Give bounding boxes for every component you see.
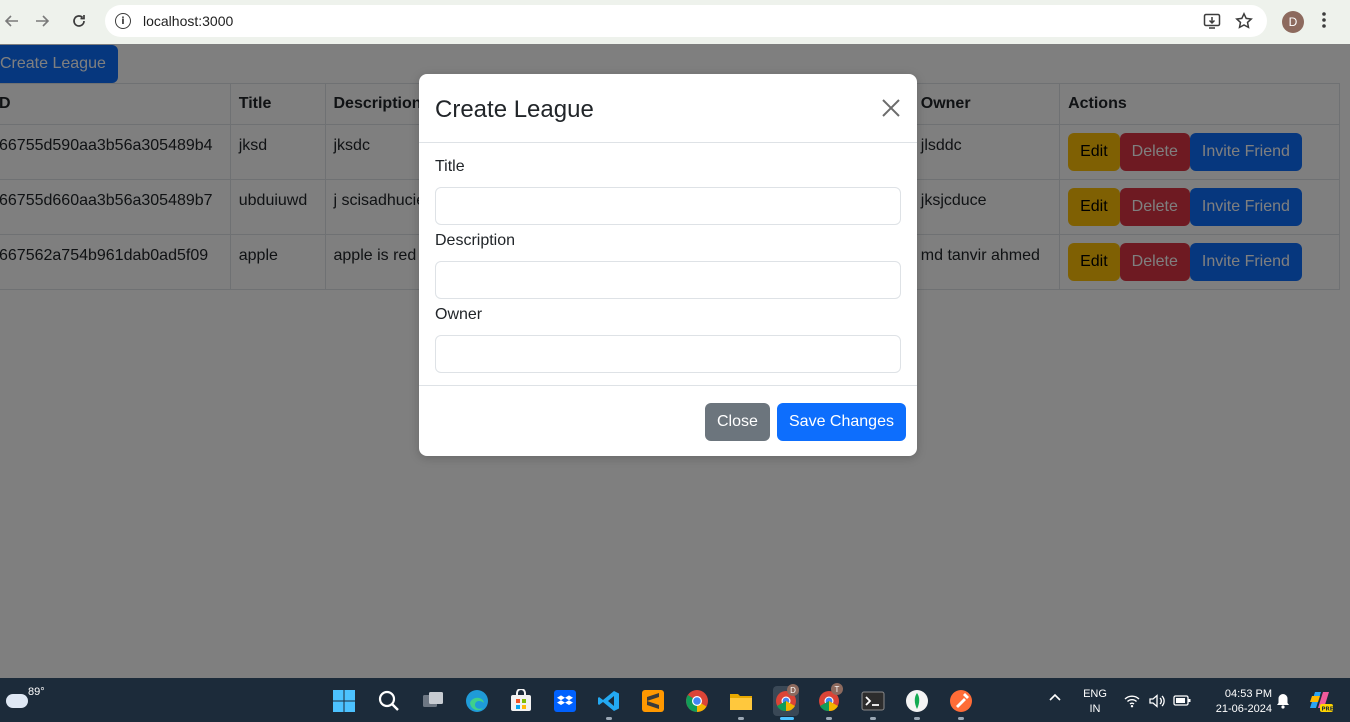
reload-icon[interactable] (67, 9, 91, 33)
running-indicator (914, 717, 920, 720)
weather-widget[interactable]: 89° (6, 686, 45, 708)
title-label: Title (435, 158, 465, 175)
running-indicator (826, 717, 832, 720)
menu-kebab-icon[interactable] (1320, 10, 1328, 35)
browser-toolbar: i localhost:3000 D (0, 0, 1350, 44)
language-code: ENG (1083, 688, 1107, 700)
address-bar[interactable]: i localhost:3000 (105, 5, 1267, 37)
modal-title: Create League (435, 96, 594, 123)
bookmark-star-icon[interactable] (1235, 12, 1253, 35)
dropbox-icon[interactable] (553, 689, 577, 713)
file-explorer-icon[interactable] (729, 689, 753, 713)
create-league-modal: Create League Title Description Owner Cl… (419, 74, 917, 456)
volume-icon[interactable] (1148, 693, 1166, 714)
running-indicator (738, 717, 744, 720)
back-icon[interactable] (0, 9, 24, 33)
mongodb-compass-icon[interactable] (905, 689, 929, 713)
chrome-icon[interactable] (685, 689, 709, 713)
description-label: Description (435, 232, 516, 249)
battery-icon[interactable] (1173, 694, 1191, 713)
modal-body: Title Description Owner (419, 143, 917, 381)
site-info-icon[interactable]: i (115, 13, 131, 29)
time-text: 04:53 PM (1224, 688, 1272, 700)
task-view-icon[interactable] (421, 689, 445, 713)
close-icon[interactable] (879, 96, 903, 120)
windows-taskbar: 89° D T ENG IN 04:53 PM 21-06-2024 PRE (0, 678, 1350, 722)
install-app-icon[interactable] (1203, 12, 1221, 35)
chrome-profile-d-icon[interactable]: D (773, 684, 799, 716)
profile-badge: T (831, 683, 843, 695)
region-code: IN (1089, 703, 1101, 715)
profile-badge: D (787, 684, 799, 696)
svg-text:PRE: PRE (1322, 707, 1334, 713)
cloud-icon (6, 694, 28, 708)
sublime-text-icon[interactable] (641, 689, 665, 713)
terminal-icon[interactable] (861, 689, 885, 713)
url-text[interactable]: localhost:3000 (143, 13, 233, 29)
running-indicator (606, 717, 612, 720)
copilot-icon[interactable]: PRE (1306, 688, 1334, 719)
clock[interactable]: 04:53 PM 21-06-2024 (1200, 687, 1272, 717)
show-hidden-icons[interactable] (1048, 692, 1062, 707)
edge-icon[interactable] (465, 689, 489, 713)
description-input[interactable] (435, 261, 901, 299)
modal-header: Create League (419, 74, 917, 143)
owner-input[interactable] (435, 335, 901, 373)
wifi-icon[interactable] (1124, 694, 1140, 713)
running-indicator (958, 717, 964, 720)
postman-icon[interactable] (949, 689, 973, 713)
modal-footer: Close Save Changes (419, 385, 917, 456)
close-button[interactable]: Close (705, 403, 770, 441)
windows-start-icon[interactable] (332, 689, 356, 713)
save-changes-button[interactable]: Save Changes (777, 403, 906, 441)
notification-bell-icon[interactable] (1276, 693, 1290, 714)
title-input[interactable] (435, 187, 901, 225)
profile-avatar[interactable]: D (1282, 11, 1304, 33)
forward-icon[interactable] (30, 9, 54, 33)
vscode-icon[interactable] (597, 689, 621, 713)
active-indicator (780, 717, 794, 720)
weather-temp: 89° (28, 686, 45, 698)
language-indicator[interactable]: ENG IN (1080, 687, 1110, 717)
running-indicator (870, 717, 876, 720)
search-icon[interactable] (377, 689, 401, 713)
owner-label: Owner (435, 306, 483, 323)
date-text: 21-06-2024 (1215, 703, 1272, 715)
store-icon[interactable] (509, 688, 533, 713)
chrome-profile-t-icon[interactable]: T (817, 683, 843, 713)
